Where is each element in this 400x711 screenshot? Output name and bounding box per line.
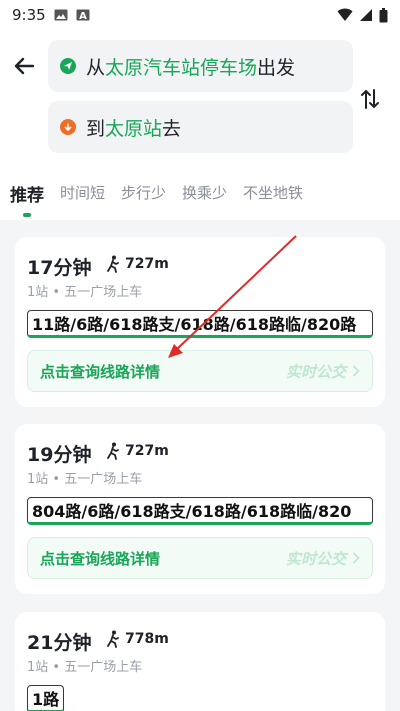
tab-shortest-time[interactable]: 时间短 — [60, 182, 105, 203]
destination-station: 太原站 — [105, 117, 163, 140]
destination-suffix: 去 — [162, 117, 182, 140]
tab-label: 步行少 — [121, 184, 167, 202]
tab-active-indicator — [23, 213, 31, 217]
origin-marker-icon — [60, 58, 76, 74]
chevron-right-icon — [352, 552, 360, 564]
route-detail-label: 点击查询线路详情 — [40, 549, 161, 568]
realtime-bus-label: 实时公交 — [285, 362, 346, 381]
tab-recommended[interactable]: 推荐 — [10, 181, 44, 217]
chevron-right-icon — [352, 365, 360, 377]
route-detail-button[interactable]: 点击查询线路详情 实时公交 — [27, 537, 373, 579]
image-icon — [54, 9, 68, 21]
realtime-bus-link[interactable]: 实时公交 — [286, 548, 360, 569]
walk-distance: 727m — [105, 442, 169, 460]
route-duration: 19分钟 — [27, 444, 92, 466]
walking-icon — [107, 442, 119, 460]
route-detail-button[interactable]: 点击查询线路详情 实时公交 — [27, 350, 373, 392]
swap-button[interactable] — [356, 85, 384, 113]
route-stops-info: 1站 • 五一广场上车 — [27, 285, 143, 300]
origin-station: 太原汽车站停车场 — [105, 56, 258, 79]
sort-tabs: 推荐 时间短 步行少 换乘少 不坐地铁 — [0, 170, 400, 220]
status-bar: 9:35 A — [0, 0, 400, 30]
origin-field[interactable]: 从 太原汽车站停车场 出发 — [48, 40, 353, 92]
wifi-icon — [337, 8, 353, 21]
route-duration: 21分钟 — [27, 632, 92, 654]
bus-lines-tag: 804路/6路/618路支/618路/618路临/820 — [27, 497, 373, 525]
route-card[interactable]: 17分钟 727m 1站 • 五一广场上车 11路/6路/618路支/618路/… — [15, 237, 385, 407]
status-time: 9:35 — [12, 6, 46, 24]
tab-label: 时间短 — [60, 184, 106, 202]
tab-less-walking[interactable]: 步行少 — [121, 182, 166, 203]
bus-lines-tag: 11路/6路/618路支/618路/618路临/820路 — [27, 310, 373, 338]
walk-distance-value: 727m — [125, 443, 169, 459]
walking-icon — [107, 255, 119, 273]
route-duration: 17分钟 — [27, 257, 92, 279]
realtime-bus-link[interactable]: 实时公交 — [286, 361, 360, 382]
svg-text:A: A — [79, 11, 87, 21]
tab-label: 换乘少 — [182, 184, 228, 202]
font-icon: A — [76, 9, 90, 21]
walk-distance: 778m — [105, 630, 169, 648]
route-card[interactable]: 19分钟 727m 1站 • 五一广场上车 804路/6路/618路支/618路… — [15, 424, 385, 594]
tab-no-subway[interactable]: 不坐地铁 — [243, 182, 303, 203]
tab-label: 推荐 — [10, 186, 44, 206]
route-detail-label: 点击查询线路详情 — [40, 362, 161, 381]
walk-distance-value: 727m — [125, 256, 169, 272]
origin-prefix: 从 — [86, 56, 106, 79]
battery-icon — [379, 7, 388, 22]
tab-fewer-transfers[interactable]: 换乘少 — [182, 182, 227, 203]
route-card[interactable]: 21分钟 778m 1站 • 五一广场上车 1路 — [15, 612, 385, 711]
tab-label: 不坐地铁 — [243, 184, 304, 202]
realtime-bus-label: 实时公交 — [285, 549, 346, 568]
destination-prefix: 到 — [86, 117, 106, 140]
signal-icon — [360, 9, 372, 21]
walk-distance-value: 778m — [125, 631, 169, 647]
route-header: 从 太原汽车站停车场 出发 到 太原站 去 — [0, 30, 400, 170]
route-stops-info: 1站 • 五一广场上车 — [27, 472, 143, 487]
origin-suffix: 出发 — [257, 56, 296, 79]
destination-marker-icon — [60, 119, 76, 135]
swap-arrows-icon — [361, 89, 379, 109]
walk-distance: 727m — [105, 255, 169, 273]
destination-field[interactable]: 到 太原站 去 — [48, 101, 353, 153]
back-button[interactable] — [10, 52, 38, 80]
arrow-left-icon — [14, 57, 35, 75]
walking-icon — [107, 630, 119, 648]
route-stops-info: 1站 • 五一广场上车 — [27, 660, 143, 675]
bus-lines-tag: 1路 — [27, 685, 65, 711]
